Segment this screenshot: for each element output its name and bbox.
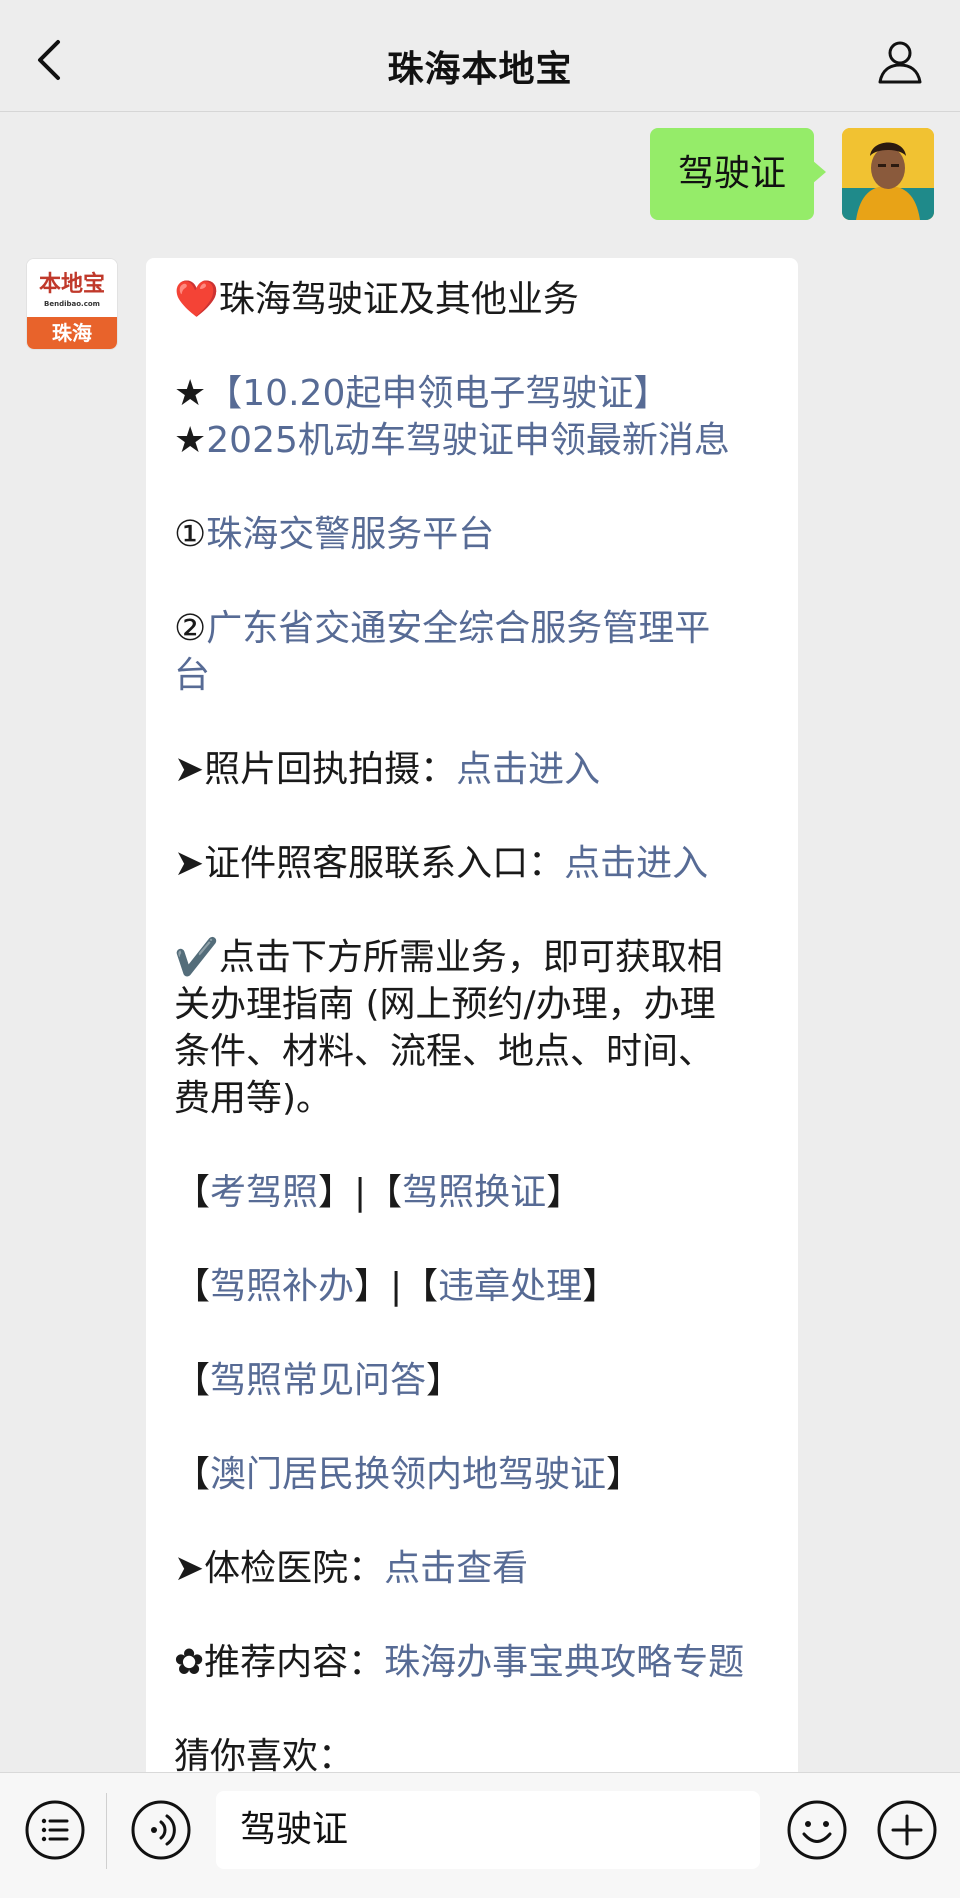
photo-receipt-label: ➤照片回执拍摄：: [174, 749, 457, 790]
link-id-photo-service[interactable]: 点击进入: [564, 843, 708, 884]
emoji-icon[interactable]: [786, 1799, 848, 1861]
medical-exam-label: ➤体检医院：: [174, 1548, 385, 1589]
link-electronic-license[interactable]: 【10.20起申领电子驾驶证】: [206, 373, 669, 414]
link-guangdong-platform[interactable]: 广东省交通安全综合服务管理平: [206, 608, 710, 649]
logo-city: 珠海: [27, 317, 117, 349]
instruction-text: 关办理指南 (网上预约/办理，办理: [174, 984, 716, 1025]
message-heading: ❤️珠海驾驶证及其他业务: [174, 279, 579, 320]
bot-avatar[interactable]: 本地宝 Bendibao.com 珠海: [26, 258, 118, 350]
user-message-bubble[interactable]: 驾驶证: [649, 128, 827, 220]
message-line: ★【10.20起申领电子驾驶证】: [174, 370, 772, 417]
link-guide-topic[interactable]: 珠海办事宝典攻略专题: [384, 1642, 744, 1683]
logo-text: 本地宝: [38, 271, 105, 297]
link-license-renewal[interactable]: 驾照换证: [402, 1172, 546, 1213]
bracket: 【: [174, 1360, 211, 1401]
message-line: ➤证件照客服联系入口：点击进入: [174, 840, 772, 887]
id-photo-service-label: ➤证件照客服联系入口：: [174, 843, 565, 884]
user-avatar[interactable]: [842, 128, 934, 220]
bracket: 】: [546, 1172, 583, 1213]
instruction-text: 条件、材料、流程、地点、时间、: [174, 1031, 715, 1072]
bracket: 【: [174, 1454, 211, 1495]
link-traffic-police-platform[interactable]: 珠海交警服务平台: [206, 514, 494, 555]
separator: 】|【: [318, 1172, 403, 1213]
star-bullet: ★: [174, 420, 207, 461]
separator: 】|【: [354, 1266, 439, 1307]
bracket: 【: [174, 1172, 211, 1213]
link-medical-exam-hospital[interactable]: 点击查看: [384, 1548, 528, 1589]
message-line: ★2025机动车驾驶证申领最新消息: [174, 417, 772, 464]
instruction-text: 费用等)。: [174, 1078, 333, 1119]
page-title: 珠海本地宝: [387, 49, 573, 90]
message-line: 【澳门居民换领内地驾驶证】: [174, 1451, 772, 1498]
bracket: 【: [174, 1266, 211, 1307]
message-line: ②广东省交通安全综合服务管理平: [174, 605, 772, 652]
message-line: ①珠海交警服务平台: [174, 511, 772, 558]
bendibao-logo: 本地宝 Bendibao.com: [27, 259, 117, 317]
bracket: 】: [426, 1360, 463, 1401]
user-avatar-image: [842, 128, 934, 220]
voice-icon[interactable]: [130, 1799, 192, 1861]
message-line: ➤照片回执拍摄：点击进入: [174, 746, 772, 793]
logo-subtext: Bendibao.com: [44, 300, 100, 308]
bracket: 】: [582, 1266, 619, 1307]
message-input[interactable]: 驾驶证: [216, 1791, 760, 1869]
link-license-reissue[interactable]: 驾照补办: [210, 1266, 354, 1307]
link-violation-handling[interactable]: 违章处理: [438, 1266, 582, 1307]
circled-number: ①: [174, 514, 207, 555]
link-license-faq[interactable]: 驾照常见问答: [210, 1360, 426, 1401]
bot-message-bubble: ❤️珠海驾驶证及其他业务 ★【10.20起申领电子驾驶证】 ★2025机动车驾驶…: [146, 258, 798, 1798]
link-photo-receipt[interactable]: 点击进入: [456, 749, 600, 790]
link-guangdong-platform-cont[interactable]: 台: [174, 655, 210, 696]
recommended-label: ✿推荐内容：: [174, 1642, 385, 1683]
star-bullet: ★: [174, 373, 207, 414]
divider: [106, 1793, 107, 1869]
instruction-text: ✔️点击下方所需业务，即可获取相: [174, 937, 723, 978]
message-line: ✿推荐内容：珠海办事宝典攻略专题: [174, 1639, 772, 1686]
circled-number: ②: [174, 608, 207, 649]
plus-icon[interactable]: [876, 1799, 938, 1861]
bracket: 】: [606, 1454, 643, 1495]
message-line: 【考驾照】|【驾照换证】: [174, 1169, 772, 1216]
link-macau-license-exchange[interactable]: 澳门居民换领内地驾驶证: [210, 1454, 606, 1495]
top-nav-bar: 珠海本地宝: [0, 0, 960, 112]
link-driving-test[interactable]: 考驾照: [210, 1172, 318, 1213]
message-line: 台: [174, 652, 772, 699]
message-line: 【驾照补办】|【违章处理】: [174, 1263, 772, 1310]
input-bar: 驾驶证: [0, 1772, 960, 1898]
message-line: ➤体检医院：点击查看: [174, 1545, 772, 1592]
person-icon[interactable]: [876, 38, 924, 86]
message-line: 【驾照常见问答】: [174, 1357, 772, 1404]
link-latest-news[interactable]: 2025机动车驾驶证申领最新消息: [206, 420, 730, 461]
menu-list-icon[interactable]: [24, 1799, 86, 1861]
